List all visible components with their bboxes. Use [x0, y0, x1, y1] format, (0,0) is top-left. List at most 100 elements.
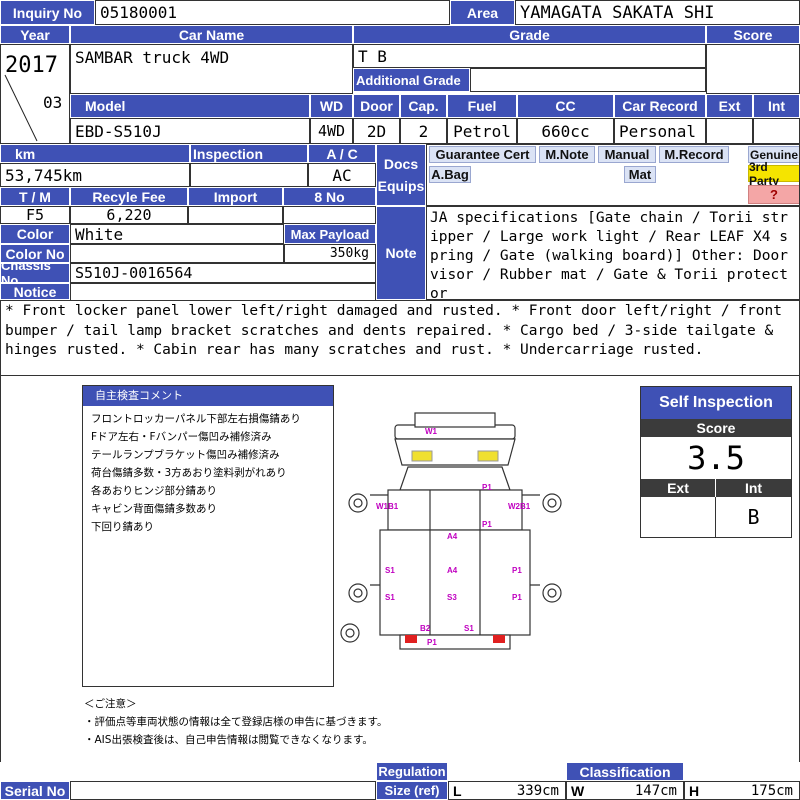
- mark-p1-b: P1: [482, 520, 492, 529]
- max-payload-value: 350kg: [284, 244, 376, 263]
- jp-comment-line: 荷台傷錆多数・3方あおり塗料剥がれあり: [91, 467, 287, 479]
- mark-s1-a: S1: [385, 566, 395, 575]
- score-value: [706, 44, 800, 94]
- no8-label: 8 No: [283, 187, 376, 206]
- self-score-value: 3.5: [687, 439, 745, 477]
- size-h-cell: H 175cm: [684, 781, 800, 800]
- cap-label: Cap.: [400, 94, 447, 118]
- self-ext-value: [641, 497, 716, 537]
- fuel-value: Petrol: [447, 118, 517, 144]
- left-tail-lamp-mark: [405, 635, 417, 643]
- note-value: JA specifications [Gate chain / Torii st…: [426, 206, 800, 300]
- caution-lines: ・評価点等車両状態の情報は全て登録店様の申告に基づきます。 ・AIS出張検査後は、…: [84, 713, 484, 749]
- month-value: 03: [43, 93, 63, 112]
- recycle-fee-value: 6,220: [70, 206, 188, 224]
- model-label: Model: [70, 94, 310, 118]
- ext-value: [706, 118, 753, 144]
- cc-value: 660cc: [517, 118, 614, 144]
- jp-comment-line: キャビン背面傷錆多数あり: [91, 503, 217, 515]
- import-value: [188, 206, 283, 224]
- km-label: km: [0, 144, 190, 163]
- import-label: Import: [188, 187, 283, 206]
- color-label: Color: [0, 224, 70, 244]
- area-label: Area: [450, 0, 515, 25]
- jp-comment-line: 下回り錆あり: [91, 521, 154, 533]
- right-headlight-mark: [477, 450, 499, 462]
- grade-label: Grade: [353, 25, 706, 44]
- model-value: EBD-S510J: [70, 118, 310, 144]
- mark-p1-d: P1: [512, 593, 522, 602]
- chassis-no-value: S510J-0016564: [70, 263, 376, 283]
- regulation-label: Regulation: [376, 762, 448, 781]
- color-no-value: [70, 244, 284, 263]
- caution-title: ＜ご注意＞: [84, 698, 137, 710]
- jp-comment-lines: フロントロッカーパネル下部左右損傷錆あり Fドア左右・Fバンパー傷凹み補修済み テー…: [83, 406, 333, 536]
- chassis-no-label: Chassis No: [0, 263, 70, 283]
- size-ref-label: Size (ref): [376, 781, 448, 800]
- additional-grade-label: Additional Grade: [353, 68, 470, 92]
- notice-label: Notice: [0, 283, 70, 300]
- ext-label: Ext: [706, 94, 753, 118]
- self-int-value: B: [747, 505, 760, 529]
- year-box: 2017 03: [0, 44, 70, 144]
- serial-no-value: [70, 781, 376, 800]
- mnote-tag: M.Note: [539, 146, 595, 163]
- size-w-label: W: [571, 782, 585, 799]
- mark-p1-c: P1: [512, 566, 522, 575]
- inquiry-no-value: 05180001: [95, 0, 450, 25]
- mark-w2b1: W2B1: [508, 502, 531, 511]
- year-label: Year: [0, 25, 70, 44]
- equips-area: Guarantee Cert M.Note Manual M.Record A.…: [426, 144, 800, 206]
- mark-s1-b: S1: [385, 593, 395, 602]
- guarantee-cert-tag: Guarantee Cert: [429, 146, 536, 163]
- self-inspection-panel: Self Inspection Score 3.5 Ext Int B: [640, 386, 792, 538]
- mark-p1-e: P1: [427, 638, 437, 647]
- left-headlight-mark: [411, 450, 433, 462]
- self-score-label: Score: [641, 419, 791, 437]
- size-h-value: 175cm: [750, 782, 793, 799]
- mark-w1b1: W1B1: [376, 502, 399, 511]
- cap-value: 2: [400, 118, 447, 144]
- year-value: 2017: [5, 53, 58, 78]
- self-int-label: Int: [716, 479, 791, 497]
- right-tail-lamp-mark: [493, 635, 505, 643]
- size-l-cell: L 339cm: [448, 781, 566, 800]
- cc-label: CC: [517, 94, 614, 118]
- manual-tag: Manual: [598, 146, 656, 163]
- fuel-label: Fuel: [447, 94, 517, 118]
- jp-comment-line: フロントロッカーパネル下部左右損傷錆あり: [91, 413, 301, 425]
- no8-value: [283, 206, 376, 224]
- abag-tag: A.Bag: [429, 166, 471, 183]
- size-w-cell: W 147cm: [566, 781, 684, 800]
- max-payload-label: Max Payload: [284, 224, 376, 244]
- color-value: White: [70, 224, 284, 244]
- km-value: 53,745km: [0, 163, 190, 187]
- mark-a4-a: A4: [447, 532, 458, 541]
- serial-no-label: Serial No: [0, 781, 70, 800]
- size-h-label: H: [689, 782, 700, 799]
- notice-label-spacer: [70, 283, 376, 300]
- mark-s1-c: S1: [464, 624, 474, 633]
- equips-label: Equips: [377, 178, 425, 194]
- mark-w1: W1: [425, 427, 438, 436]
- caution-block: ＜ご注意＞ ・評価点等車両状態の情報は全て登録店様の申告に基づきます。 ・AIS出…: [84, 696, 484, 752]
- wd-value: 4WD: [310, 118, 353, 144]
- car-name-label: Car Name: [70, 25, 353, 44]
- self-ext-label: Ext: [641, 479, 716, 497]
- mark-s3: S3: [447, 593, 457, 602]
- mrecord-tag: M.Record: [659, 146, 729, 163]
- size-w-value: 147cm: [634, 782, 677, 799]
- additional-grade-value: [470, 68, 706, 92]
- tm-label: T / M: [0, 187, 70, 206]
- classification-label: Classification: [566, 762, 684, 781]
- notice-text: * Front locker panel lower left/right da…: [0, 300, 800, 376]
- docs-equips-label: Docs Equips: [376, 144, 426, 206]
- color-no-label: Color No: [0, 244, 70, 263]
- jp-comment-line: テールランプブラケット傷凹み補修済み: [91, 449, 280, 461]
- inquiry-no-label: Inquiry No: [0, 0, 95, 25]
- door-value: 2D: [353, 118, 400, 144]
- inspection-value: [190, 163, 308, 187]
- docs-label: Docs: [383, 156, 419, 172]
- car-record-label: Car Record: [614, 94, 706, 118]
- mark-p1-a: P1: [482, 483, 492, 492]
